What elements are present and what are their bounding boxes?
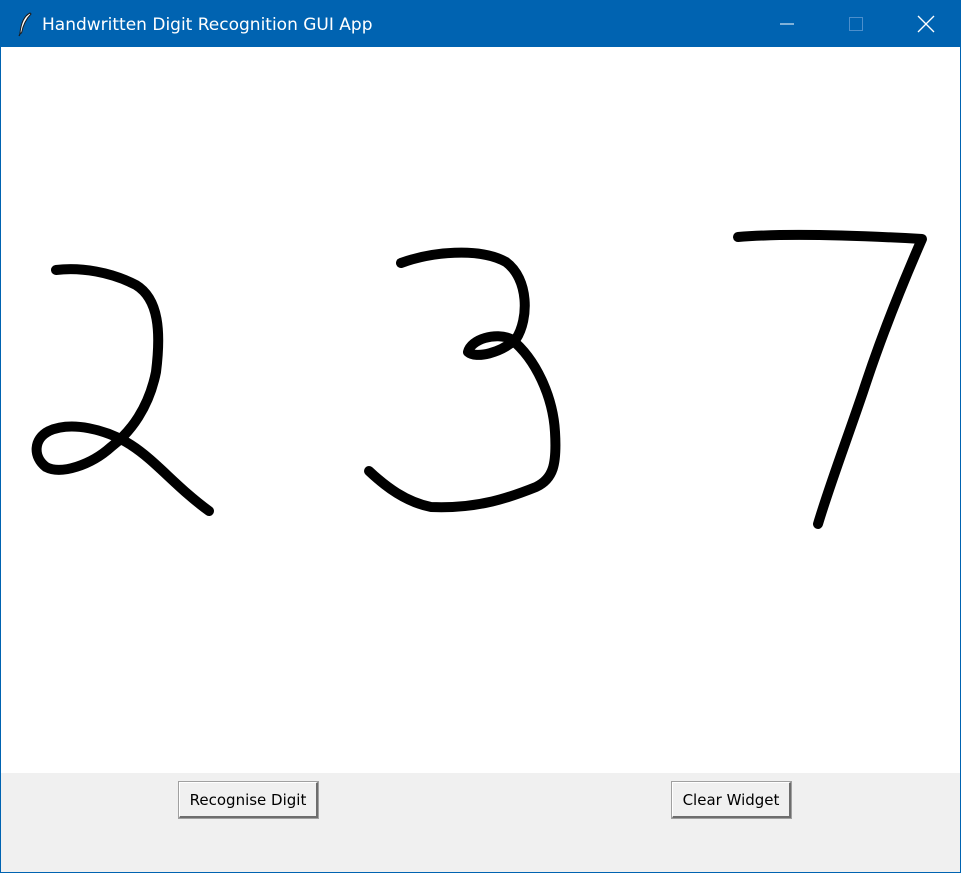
- recognise-digit-button[interactable]: Recognise Digit: [178, 781, 319, 819]
- drawing-canvas[interactable]: [1, 47, 960, 772]
- minimize-icon: [780, 23, 794, 25]
- handwritten-digit-3: [364, 247, 561, 513]
- title-bar[interactable]: Handwritten Digit Recognition GUI App: [1, 1, 960, 47]
- maximize-icon: [849, 17, 863, 31]
- handwritten-digit-2: [31, 264, 214, 516]
- close-icon: [917, 15, 935, 33]
- feather-icon: [18, 12, 32, 37]
- app-window: Handwritten Digit Recognition GUI App Re…: [0, 0, 961, 873]
- minimize-button[interactable]: [764, 1, 810, 47]
- clear-widget-button[interactable]: Clear Widget: [671, 781, 792, 819]
- canvas-drawing: [31, 229, 927, 529]
- maximize-button[interactable]: [833, 1, 879, 47]
- window-title: Handwritten Digit Recognition GUI App: [42, 15, 373, 35]
- close-button[interactable]: [903, 1, 949, 47]
- handwritten-digit-7: [733, 229, 927, 529]
- button-panel: Recognise Digit Clear Widget: [1, 773, 960, 872]
